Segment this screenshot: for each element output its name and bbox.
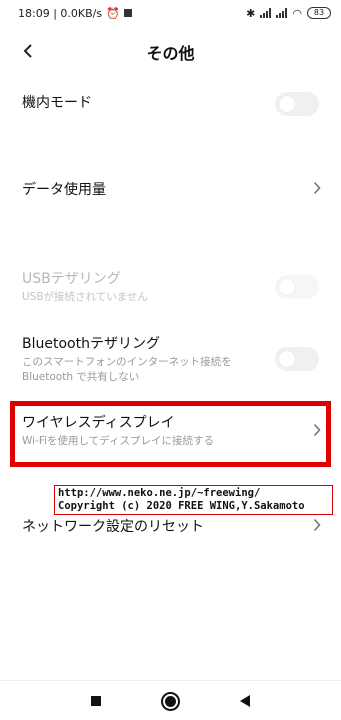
- chevron-right-icon: [313, 518, 321, 536]
- recent-apps-button[interactable]: [91, 696, 101, 706]
- usb-tethering-toggle: [275, 275, 319, 299]
- row-network-reset[interactable]: ネットワーク設定のリセット: [0, 518, 341, 538]
- navigation-bar: [0, 680, 341, 720]
- watermark-url: http://www.neko.ne.jp/~freewing/: [58, 487, 261, 499]
- nav-back-button[interactable]: [240, 695, 250, 707]
- page-title: その他: [146, 44, 195, 63]
- wireless-display-label: ワイヤレスディスプレイ: [22, 415, 175, 431]
- copyright-watermark: http://www.neko.ne.jp/~freewing/ Copyrig…: [54, 485, 333, 515]
- bluetooth-tethering-subtitle: このスマートフォンのインターネット接続をBluetooth で共有しない: [22, 356, 232, 383]
- row-wireless-display[interactable]: ワイヤレスディスプレイ Wi-Fiを使用してディスプレイに接続する: [0, 414, 341, 450]
- bluetooth-icon: ✱: [246, 6, 256, 20]
- wifi-icon: ◠: [292, 6, 302, 20]
- status-left: 18:09 | 0.0KB/s ⏰: [18, 7, 132, 20]
- settings-screen: 18:09 | 0.0KB/s ⏰ ✱ ◠ 83 その他 機内モード データ使用…: [0, 0, 341, 720]
- wireless-display-subtitle: Wi-Fiを使用してディスプレイに接続する: [22, 435, 214, 447]
- airplane-mode-toggle[interactable]: [275, 92, 319, 116]
- network-reset-label: ネットワーク設定のリセット: [22, 519, 204, 535]
- toggle-knob: [279, 351, 295, 367]
- bluetooth-tethering-label: Bluetoothテザリング: [22, 336, 160, 352]
- status-bar: 18:09 | 0.0KB/s ⏰ ✱ ◠ 83: [0, 0, 341, 26]
- header: その他: [0, 34, 341, 70]
- bluetooth-tethering-toggle[interactable]: [275, 347, 319, 371]
- signal-icon: [260, 8, 272, 18]
- row-airplane-mode[interactable]: 機内モード: [0, 92, 341, 116]
- battery-icon: 83: [307, 7, 331, 19]
- row-bluetooth-tethering[interactable]: Bluetoothテザリング このスマートフォンのインターネット接続をBluet…: [0, 335, 341, 387]
- row-data-usage[interactable]: データ使用量: [0, 181, 341, 201]
- toggle-knob: [279, 96, 295, 112]
- status-time-speed: 18:09 | 0.0KB/s: [18, 6, 103, 20]
- status-right: ✱ ◠ 83: [246, 7, 331, 20]
- home-button[interactable]: [163, 693, 178, 709]
- toggle-knob: [279, 279, 295, 295]
- alarm-icon: ⏰: [106, 6, 120, 20]
- row-usb-tethering: USBテザリング USBが接続されていません: [0, 270, 341, 306]
- chevron-right-icon: [313, 423, 321, 441]
- notification-icon: [123, 9, 132, 17]
- watermark-copyright: Copyright (c) 2020 FREE WING,Y.Sakamoto: [58, 500, 305, 512]
- signal-icon-2: [276, 8, 288, 18]
- chevron-right-icon: [313, 181, 321, 199]
- data-usage-label: データ使用量: [22, 182, 106, 198]
